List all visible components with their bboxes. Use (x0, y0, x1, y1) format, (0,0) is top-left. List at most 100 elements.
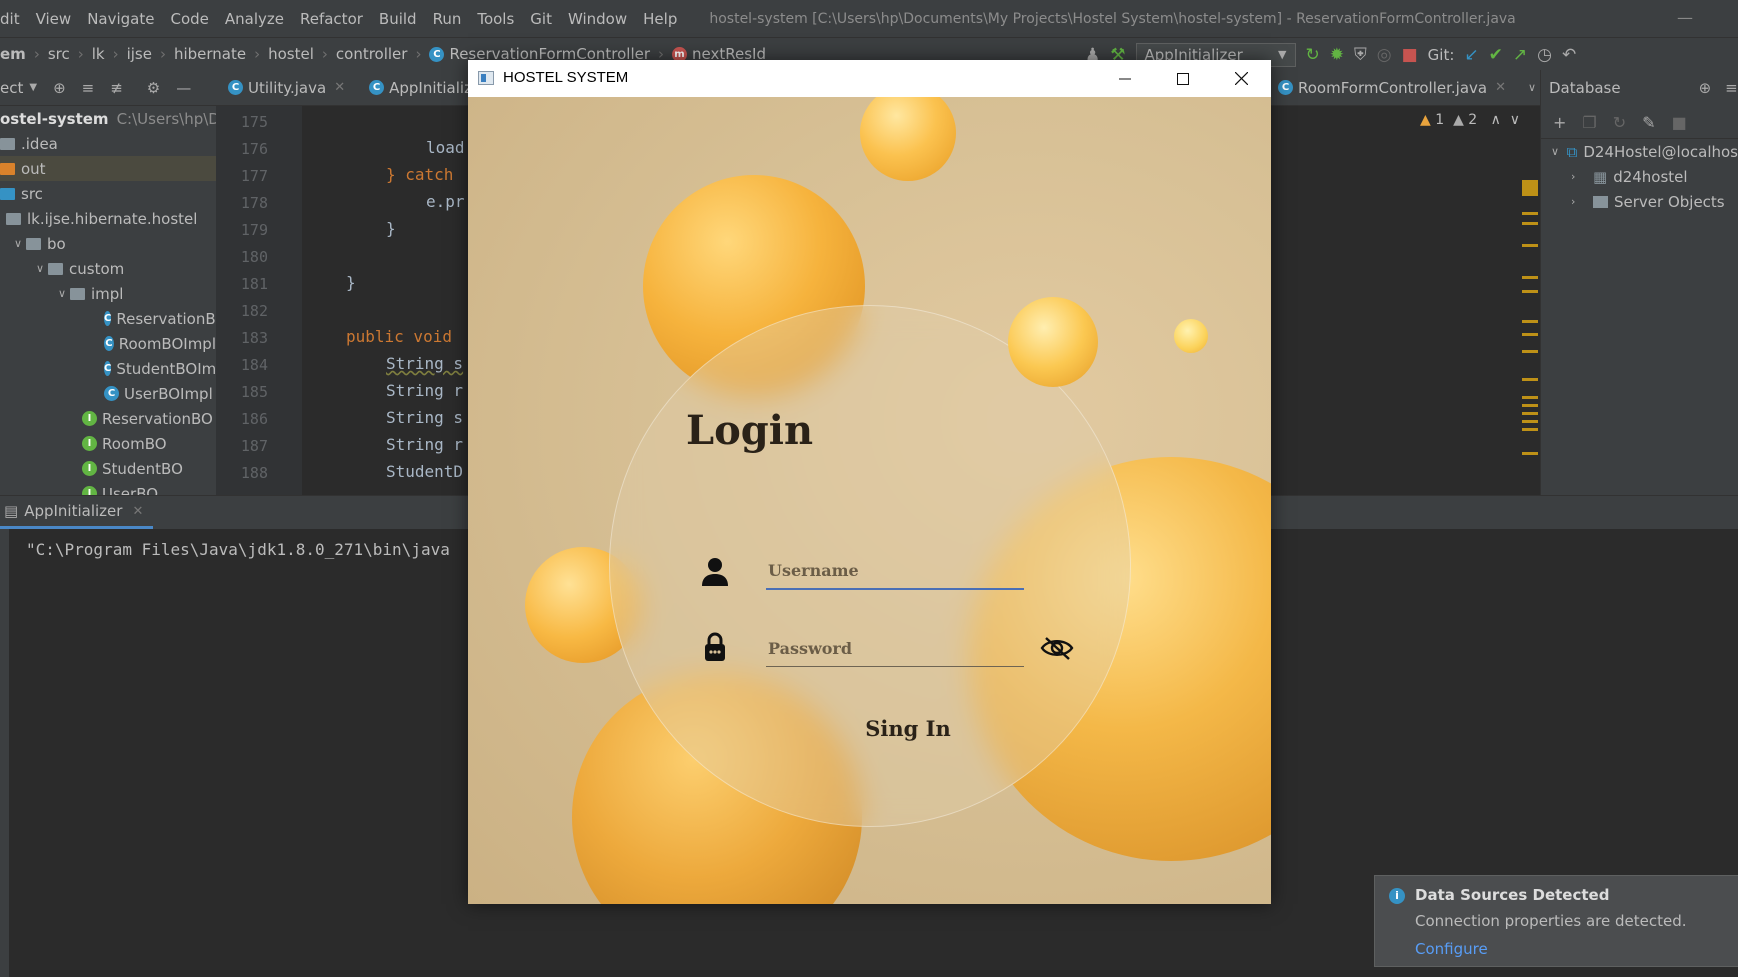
breadcrumb-hostel[interactable]: hostel (268, 45, 314, 63)
debug-icon[interactable]: ✹ (1330, 45, 1344, 65)
breadcrumb-lk[interactable]: lk (92, 45, 105, 63)
tree-item-bo[interactable]: ∨ bo (0, 231, 216, 256)
gear-icon[interactable]: ⚙ (147, 79, 160, 97)
close-button[interactable] (1212, 60, 1270, 97)
run-tab-appinitializer[interactable]: ▤ AppInitializer ✕ (0, 496, 154, 529)
edit-icon[interactable]: ✎ (1642, 113, 1655, 132)
username-input[interactable] (766, 553, 1024, 590)
menu-analyze[interactable]: Analyze (217, 10, 292, 28)
collapse-all-icon[interactable]: ≢ (110, 79, 123, 97)
menu-tools[interactable]: Tools (469, 10, 522, 28)
rerun-icon[interactable]: ↻ (1306, 45, 1320, 65)
sign-in-button[interactable]: Sing In (828, 707, 988, 749)
chevron-right-icon[interactable]: › (1571, 195, 1587, 208)
password-input[interactable] (766, 631, 1024, 667)
git-commit-icon[interactable]: ✔ (1489, 45, 1503, 65)
profile-icon[interactable]: ◎ (1377, 45, 1392, 65)
error-stripe-mark[interactable] (1522, 452, 1538, 455)
error-stripe-mark[interactable] (1522, 290, 1538, 293)
hide-panel-icon[interactable]: — (176, 79, 191, 97)
expand-all-icon[interactable]: ≡ (1725, 79, 1738, 97)
close-icon[interactable]: ✕ (132, 504, 143, 519)
error-stripe-mark[interactable] (1522, 244, 1538, 247)
tab-roomformcontroller[interactable]: C RoomFormController.java ✕ ∨ (1270, 70, 1540, 106)
tree-item-studentbo[interactable]: I StudentBO (0, 456, 216, 481)
rollback-icon[interactable]: ↶ (1562, 45, 1576, 65)
add-icon[interactable]: + (1553, 113, 1566, 132)
tab-utility[interactable]: C Utility.java ✕ (216, 70, 357, 106)
chevron-up-icon[interactable]: ∧ (1491, 112, 1501, 128)
tree-item-out[interactable]: out (0, 156, 216, 181)
tree-item-reservationbo[interactable]: I ReservationBO (0, 406, 216, 431)
chevron-down-icon[interactable]: ▼ (29, 82, 37, 93)
db-schema[interactable]: › ▦ d24hostel (1541, 164, 1738, 189)
tree-item-src[interactable]: src (0, 181, 216, 206)
close-icon[interactable]: ✕ (334, 80, 345, 95)
chevron-down-icon[interactable]: ∨ (1528, 81, 1536, 94)
refresh-icon[interactable]: ↻ (1613, 113, 1626, 132)
error-stripe-mark[interactable] (1522, 180, 1538, 196)
error-stripe-mark[interactable] (1522, 420, 1538, 423)
tree-item-studentboimpl[interactable]: C StudentBOImp (0, 356, 216, 381)
error-stripe-mark[interactable] (1522, 404, 1538, 407)
menu-navigate[interactable]: Navigate (79, 10, 162, 28)
menu-window[interactable]: Window (560, 10, 635, 28)
error-stripe-mark[interactable] (1522, 276, 1538, 279)
tree-root[interactable]: ostel-system C:\Users\hp\Docu (0, 106, 216, 131)
breadcrumb-controller[interactable]: controller (336, 45, 408, 63)
menu-code[interactable]: Code (162, 10, 216, 28)
error-stripe-mark[interactable] (1522, 396, 1538, 399)
configure-link[interactable]: Configure (1415, 940, 1488, 958)
coverage-icon[interactable]: ⛨ (1354, 45, 1367, 65)
chevron-down-icon[interactable]: ∨ (54, 287, 70, 300)
breadcrumb-hibernate[interactable]: hibernate (174, 45, 246, 63)
menu-git[interactable]: Git (522, 10, 560, 28)
chevron-down-icon[interactable]: ∨ (1551, 145, 1561, 158)
error-stripe-mark[interactable] (1522, 320, 1538, 323)
error-stripe-mark[interactable] (1522, 333, 1538, 336)
copy-icon[interactable]: ❐ (1582, 113, 1596, 132)
breadcrumb-ijse[interactable]: ijse (127, 45, 152, 63)
tree-item-idea[interactable]: .idea (0, 131, 216, 156)
git-push-icon[interactable]: ↗ (1513, 45, 1527, 65)
history-icon[interactable]: ◷ (1537, 45, 1552, 65)
error-stripe-mark[interactable] (1522, 350, 1538, 353)
eye-slash-icon[interactable] (1040, 635, 1074, 661)
breadcrumb-project[interactable]: em (0, 45, 26, 63)
error-stripe-mark[interactable] (1522, 378, 1538, 381)
tree-item-userbo[interactable]: I UserBO (0, 481, 216, 495)
tree-item-package[interactable]: lk.ijse.hibernate.hostel (0, 206, 216, 231)
tree-item-roomboimpl[interactable]: C RoomBOImpl (0, 331, 216, 356)
window-titlebar[interactable]: HOSTEL SYSTEM (468, 60, 1271, 97)
git-update-icon[interactable]: ↙ (1464, 45, 1478, 65)
tree-item-impl[interactable]: ∨ impl (0, 281, 216, 306)
locate-icon[interactable]: ⊕ (1699, 79, 1712, 97)
inspection-summary[interactable]: ▲ 1 ▲ 2 ∧ ∨ (1420, 112, 1520, 128)
error-stripe-mark[interactable] (1522, 412, 1538, 415)
db-server-objects[interactable]: › Server Objects (1541, 189, 1738, 214)
stop-icon[interactable]: ■ (1402, 45, 1418, 65)
console-output[interactable]: "C:\Program Files\Java\jdk1.8.0_271\bin\… (26, 540, 450, 559)
chevron-down-icon[interactable]: ∨ (32, 262, 48, 275)
db-connection[interactable]: ∨ ⧉ D24Hostel@localhos (1541, 139, 1738, 164)
tree-item-reservationboimpl[interactable]: C ReservationBO (0, 306, 216, 331)
menu-run[interactable]: Run (425, 10, 470, 28)
project-view-label[interactable]: ect (0, 79, 23, 97)
maximize-button[interactable] (1154, 60, 1212, 97)
menu-build[interactable]: Build (371, 10, 425, 28)
chevron-down-icon[interactable]: ∨ (10, 237, 26, 250)
expand-all-icon[interactable]: ≡ (82, 79, 95, 97)
locate-icon[interactable]: ⊕ (53, 79, 66, 97)
tree-item-custom[interactable]: ∨ custom (0, 256, 216, 281)
error-stripe-mark[interactable] (1522, 428, 1538, 431)
close-icon[interactable]: ✕ (1495, 80, 1506, 95)
menu-refactor[interactable]: Refactor (292, 10, 371, 28)
menu-view[interactable]: View (28, 10, 80, 28)
minimize-button[interactable] (1096, 60, 1154, 97)
menu-help[interactable]: Help (635, 10, 685, 28)
chevron-down-icon[interactable]: ∨ (1510, 112, 1520, 128)
tree-item-roombo[interactable]: I RoomBO (0, 431, 216, 456)
breadcrumb-src[interactable]: src (48, 45, 70, 63)
error-stripe-mark[interactable] (1522, 212, 1538, 215)
chevron-right-icon[interactable]: › (1571, 170, 1587, 183)
